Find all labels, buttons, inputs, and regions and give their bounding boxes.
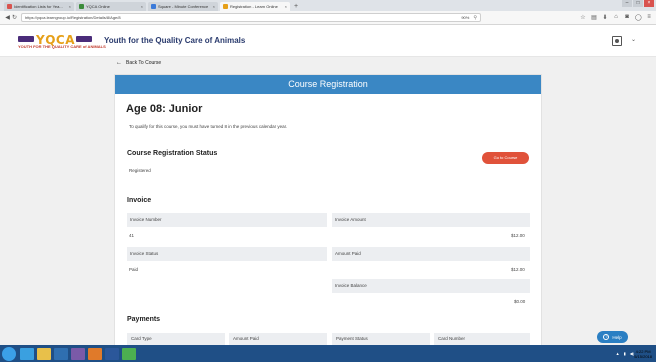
tab-title: YQCA Online [86,4,110,9]
logo-subtext: YOUTH FOR THE QUALITY CARE of ANIMALS [18,44,106,49]
amount-paid-value: $12.00 [511,267,525,272]
invoice-balance-label: Invoice Balance [332,279,530,293]
yqca-logo[interactable]: YQCA YOUTH FOR THE QUALITY CARE of ANIMA… [18,33,106,49]
address-bar[interactable]: https://yqca.learngroup.io/Registration/… [21,13,481,22]
card-header: Course Registration [115,75,541,94]
clock-date: 5/15/2018 [634,353,652,359]
invoice-amount-label: Invoice Amount [332,213,530,227]
browser-tab[interactable]: YQCA Online × [76,2,146,11]
taskbar-folder-icon[interactable] [37,347,51,360]
tab-close-icon[interactable]: × [213,4,215,9]
system-clock[interactable]: 4:22 PM 5/15/2018 [634,349,652,359]
site-title: Youth for the Quality Care of Animals [104,36,246,45]
taskbar-browser-icon[interactable] [88,347,102,360]
tab-title: Registration - Learn Online [230,4,278,9]
window-controls: – □ × [621,0,654,8]
tab-favicon-icon [223,4,228,9]
help-icon: ? [603,334,610,340]
course-description: To qualify for this course, you must hav… [129,124,288,129]
course-title: Age 08: Junior [126,103,203,115]
extension-icon[interactable]: ◯ [635,14,642,21]
clock-time: 4:22 PM [635,348,651,354]
back-to-course-label: Back To Course [126,60,162,66]
screen: Identification Lists for Yea... × YQCA O… [0,0,656,362]
tab-close-icon[interactable]: × [69,4,71,9]
registration-status-value: Registered [129,168,151,173]
tab-close-icon[interactable]: × [285,4,287,9]
minimize-button[interactable]: – [622,0,632,7]
invoice-number-label: Invoice Number [127,213,327,227]
menu-icon[interactable]: ≡ [646,14,652,21]
url-text: https://yqca.learngroup.io/Registration/… [25,15,121,20]
main-content: ← Back To Course Course Registration Age… [0,57,656,352]
browser-tab-strip: Identification Lists for Yea... × YQCA O… [0,0,656,11]
tab-title: Square - Minute Conference [158,4,209,9]
tab-favicon-icon [151,4,156,9]
user-profile-icon[interactable] [612,36,622,46]
browser-nav-bar: ◀ ↻ https://yqca.learngroup.io/Registrat… [0,11,656,25]
payments-col-payment-status: Payment Status [332,333,430,345]
new-tab-button[interactable]: + [294,2,298,11]
invoice-balance-value: $0.00 [514,299,526,304]
payments-col-card-type: Card Type [127,333,225,345]
taskbar-app-icon[interactable] [71,347,85,360]
help-label: Help [612,334,622,340]
invoice-number-value: 41 [129,233,135,238]
refresh-icon[interactable]: ↻ [11,14,18,21]
tray-arrow-icon[interactable]: ▲ [616,351,620,356]
browser-toolbar-icons: ☆ ▤ ⬇ ⌂ ◙ ◯ ≡ [575,14,652,21]
payments-col-amount-paid: Amount Paid [229,333,327,345]
invoice-status-value: Paid [129,267,139,272]
zoom-level: 90% [461,15,470,20]
system-tray: ▲ ▮ ◀) 4:22 PM 5/15/2018 [612,349,656,359]
network-icon[interactable]: ▮ [624,351,626,356]
start-button-icon[interactable] [2,346,16,361]
tab-close-icon[interactable]: × [141,4,143,9]
tab-favicon-icon [7,4,12,9]
bookmark-star-icon[interactable]: ☆ [580,14,586,21]
os-taskbar: ▲ ▮ ◀) 4:22 PM 5/15/2018 [0,345,656,362]
tab-favicon-icon [79,4,84,9]
browser-tab-active[interactable]: Registration - Learn Online × [220,2,290,11]
payments-heading: Payments [127,316,161,323]
help-button[interactable]: ? Help [597,331,628,343]
chevron-down-icon[interactable]: ⌄ [631,36,636,43]
registration-status-heading: Course Registration Status [127,150,218,157]
taskbar-ie-icon[interactable] [20,347,34,360]
taskbar-media-icon[interactable] [54,347,68,360]
course-registration-card: Course Registration Age 08: Junior To qu… [114,74,542,352]
invoice-heading: Invoice [127,197,152,204]
taskbar-chrome-icon[interactable] [122,347,136,360]
invoice-status-label: Invoice Status [127,247,327,261]
arrow-left-icon: ← [116,60,122,66]
download-icon[interactable]: ⬇ [602,14,608,21]
pocket-icon[interactable]: ◙ [624,14,630,21]
browser-tab[interactable]: Identification Lists for Yea... × [4,2,74,11]
home-icon[interactable]: ⌂ [613,14,619,21]
logo-animal-icon [76,36,92,42]
back-arrow-icon[interactable]: ◀ [4,14,11,21]
go-to-course-button[interactable]: Go to Course [482,152,529,164]
close-window-button[interactable]: × [644,0,654,7]
taskbar-word-icon[interactable] [105,347,119,360]
invoice-amount-value: $12.00 [511,233,525,238]
site-header: YQCA YOUTH FOR THE QUALITY CARE of ANIMA… [0,25,656,57]
search-icon[interactable]: ⚲ [473,15,477,21]
amount-paid-label: Amount Paid [332,247,530,261]
card-body: Age 08: Junior To qualify for this cours… [115,94,543,353]
tab-title: Identification Lists for Yea... [14,4,63,9]
payments-col-card-number: Card Number [434,333,530,345]
back-to-course-link[interactable]: ← Back To Course [116,60,161,66]
reading-list-icon[interactable]: ▤ [591,14,597,21]
maximize-button[interactable]: □ [633,0,643,7]
logo-animal-icon [18,36,34,42]
browser-tab[interactable]: Square - Minute Conference × [148,2,218,11]
